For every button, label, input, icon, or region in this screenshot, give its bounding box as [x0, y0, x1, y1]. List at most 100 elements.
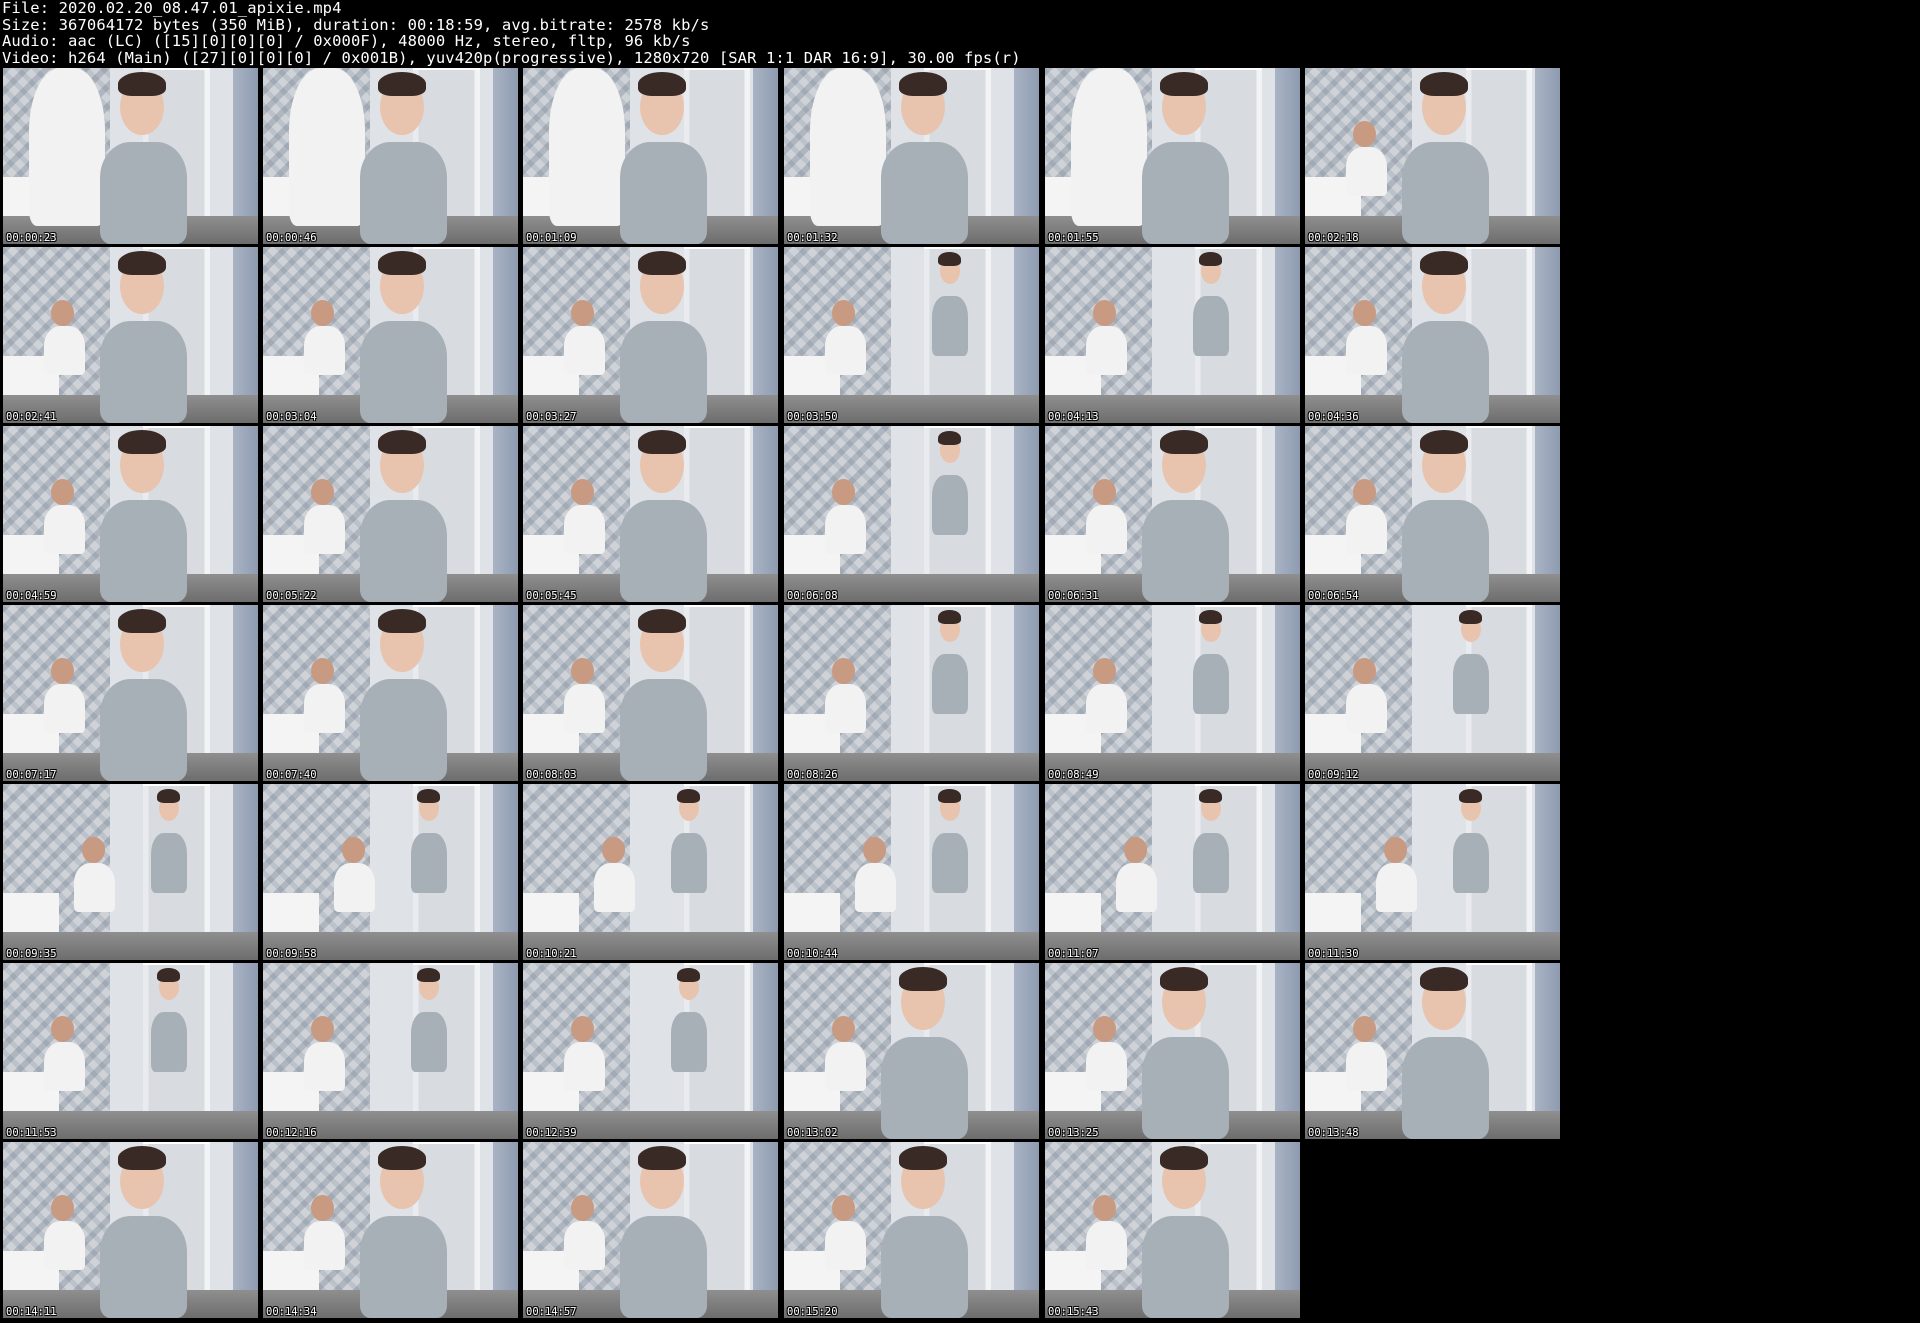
video-thumbnail: 00:12:39	[523, 963, 778, 1139]
subject-body	[1141, 141, 1229, 244]
subject-body	[1141, 1215, 1229, 1318]
subject-hair	[1159, 966, 1209, 992]
subject-body	[359, 1215, 447, 1318]
seated-person	[855, 863, 897, 913]
seated-person	[43, 684, 85, 734]
thumbnail-timestamp: 00:11:30	[1308, 948, 1359, 960]
video-thumbnail: 00:02:41	[3, 247, 258, 423]
seated-person	[303, 326, 345, 376]
subject-hair	[117, 608, 167, 634]
subject-body	[359, 499, 447, 602]
video-thumbnail: 00:04:59	[3, 426, 258, 602]
subject-hair	[1159, 71, 1209, 97]
seated-person	[1345, 326, 1387, 376]
seated-person	[824, 684, 866, 734]
thumbnail-timestamp: 00:04:13	[1048, 411, 1099, 423]
seated-person	[563, 1042, 605, 1092]
video-thumbnail: 00:06:54	[1305, 426, 1560, 602]
seated-person	[334, 863, 376, 913]
subject-hair	[1419, 429, 1469, 455]
video-thumbnail: 00:01:32	[784, 68, 1039, 244]
subject-hair	[117, 71, 167, 97]
thumbnail-timestamp: 00:09:58	[266, 948, 317, 960]
subject-body	[1141, 499, 1229, 602]
video-thumbnail: 00:14:11	[3, 1142, 258, 1318]
subject-body	[359, 141, 447, 244]
subject-hair	[417, 789, 441, 804]
video-thumbnail: 00:10:21	[523, 784, 778, 960]
thumbnail-timestamp: 00:12:39	[526, 1127, 577, 1139]
subject-hair	[417, 968, 441, 983]
subject-hair	[157, 968, 181, 983]
seated-person	[1345, 147, 1387, 197]
subject-body	[931, 833, 968, 894]
subject-body	[99, 320, 187, 423]
seated-person-head	[342, 836, 365, 864]
video-thumbnail: 00:02:18	[1305, 68, 1560, 244]
seated-person	[1345, 505, 1387, 555]
seated-person	[43, 326, 85, 376]
video-thumbnail: 00:09:35	[3, 784, 258, 960]
subject-body	[359, 678, 447, 781]
seated-person	[1085, 326, 1127, 376]
video-thumbnail: 00:13:25	[1045, 963, 1300, 1139]
standing-person	[28, 68, 105, 227]
subject-body	[410, 1012, 447, 1073]
subject-body	[619, 320, 707, 423]
desk	[263, 893, 320, 932]
subject-hair	[677, 789, 701, 804]
video-thumbnail: 00:01:09	[523, 68, 778, 244]
seated-person	[824, 1221, 866, 1271]
subject-body	[99, 499, 187, 602]
subject-hair	[1199, 610, 1223, 625]
subject-body	[99, 141, 187, 244]
thumbnail-timestamp: 00:03:50	[787, 411, 838, 423]
seated-person	[303, 684, 345, 734]
subject-body	[99, 678, 187, 781]
subject-hair	[938, 610, 962, 625]
thumbnail-timestamp: 00:11:53	[6, 1127, 57, 1139]
video-thumbnail: 00:01:55	[1045, 68, 1300, 244]
thumbnail-timestamp: 00:09:35	[6, 948, 57, 960]
desk	[1305, 893, 1362, 932]
desk	[784, 893, 841, 932]
subject-hair	[377, 608, 427, 634]
subject-body	[619, 141, 707, 244]
subject-body	[931, 654, 968, 715]
video-thumbnail: 00:00:46	[263, 68, 518, 244]
subject-hair	[637, 250, 687, 276]
subject-hair	[637, 429, 687, 455]
subject-hair	[1159, 429, 1209, 455]
subject-body	[1192, 654, 1229, 715]
video-thumbnail: 00:04:36	[1305, 247, 1560, 423]
subject-body	[1401, 320, 1489, 423]
thumbnail-timestamp: 00:07:40	[266, 769, 317, 781]
seated-person	[74, 863, 116, 913]
video-thumbnail: 00:07:40	[263, 605, 518, 781]
thumbnail-timestamp: 00:11:07	[1048, 948, 1099, 960]
subject-hair	[898, 966, 948, 992]
video-thumbnail: 00:05:22	[263, 426, 518, 602]
subject-hair	[898, 1145, 948, 1171]
video-thumbnail: 00:08:03	[523, 605, 778, 781]
seated-person	[824, 505, 866, 555]
thumbnail-timestamp: 00:04:36	[1308, 411, 1359, 423]
desk	[3, 893, 60, 932]
subject-body	[150, 833, 187, 894]
subject-hair	[1459, 610, 1483, 625]
thumbnail-timestamp: 00:04:59	[6, 590, 57, 602]
subject-hair	[1419, 966, 1469, 992]
seated-person	[1345, 684, 1387, 734]
seated-person	[43, 505, 85, 555]
seated-person	[594, 863, 636, 913]
subject-body	[1452, 833, 1489, 894]
seated-person	[824, 1042, 866, 1092]
video-thumbnail: 00:00:23	[3, 68, 258, 244]
subject-body	[619, 678, 707, 781]
seated-person-head	[82, 836, 105, 864]
seated-person-head	[1384, 836, 1407, 864]
thumbnail-timestamp: 00:05:22	[266, 590, 317, 602]
subject-body	[359, 320, 447, 423]
thumbnail-timestamp: 00:06:31	[1048, 590, 1099, 602]
subject-body	[1401, 499, 1489, 602]
